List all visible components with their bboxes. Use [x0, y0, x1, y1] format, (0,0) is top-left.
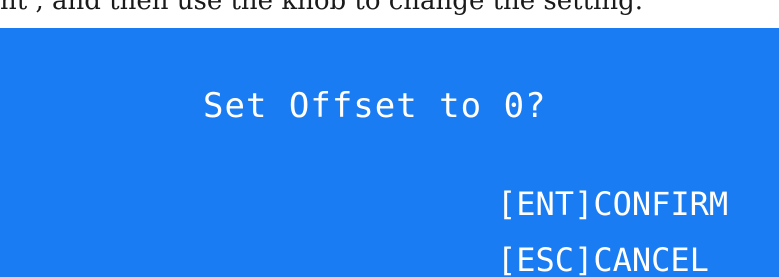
dialog-message: Set Offset to 0?: [203, 86, 547, 126]
instruction-text-band: nt , and then use the knob to change the…: [0, 0, 779, 28]
confirm-option[interactable]: [ENT]CONFIRM: [497, 185, 728, 223]
cancel-option[interactable]: [ESC]CANCEL: [497, 241, 709, 277]
device-screen: Set Offset to 0? [ENT]CONFIRM [ESC]CANCE…: [0, 28, 779, 277]
instruction-text: nt , and then use the knob to change the…: [0, 0, 644, 16]
